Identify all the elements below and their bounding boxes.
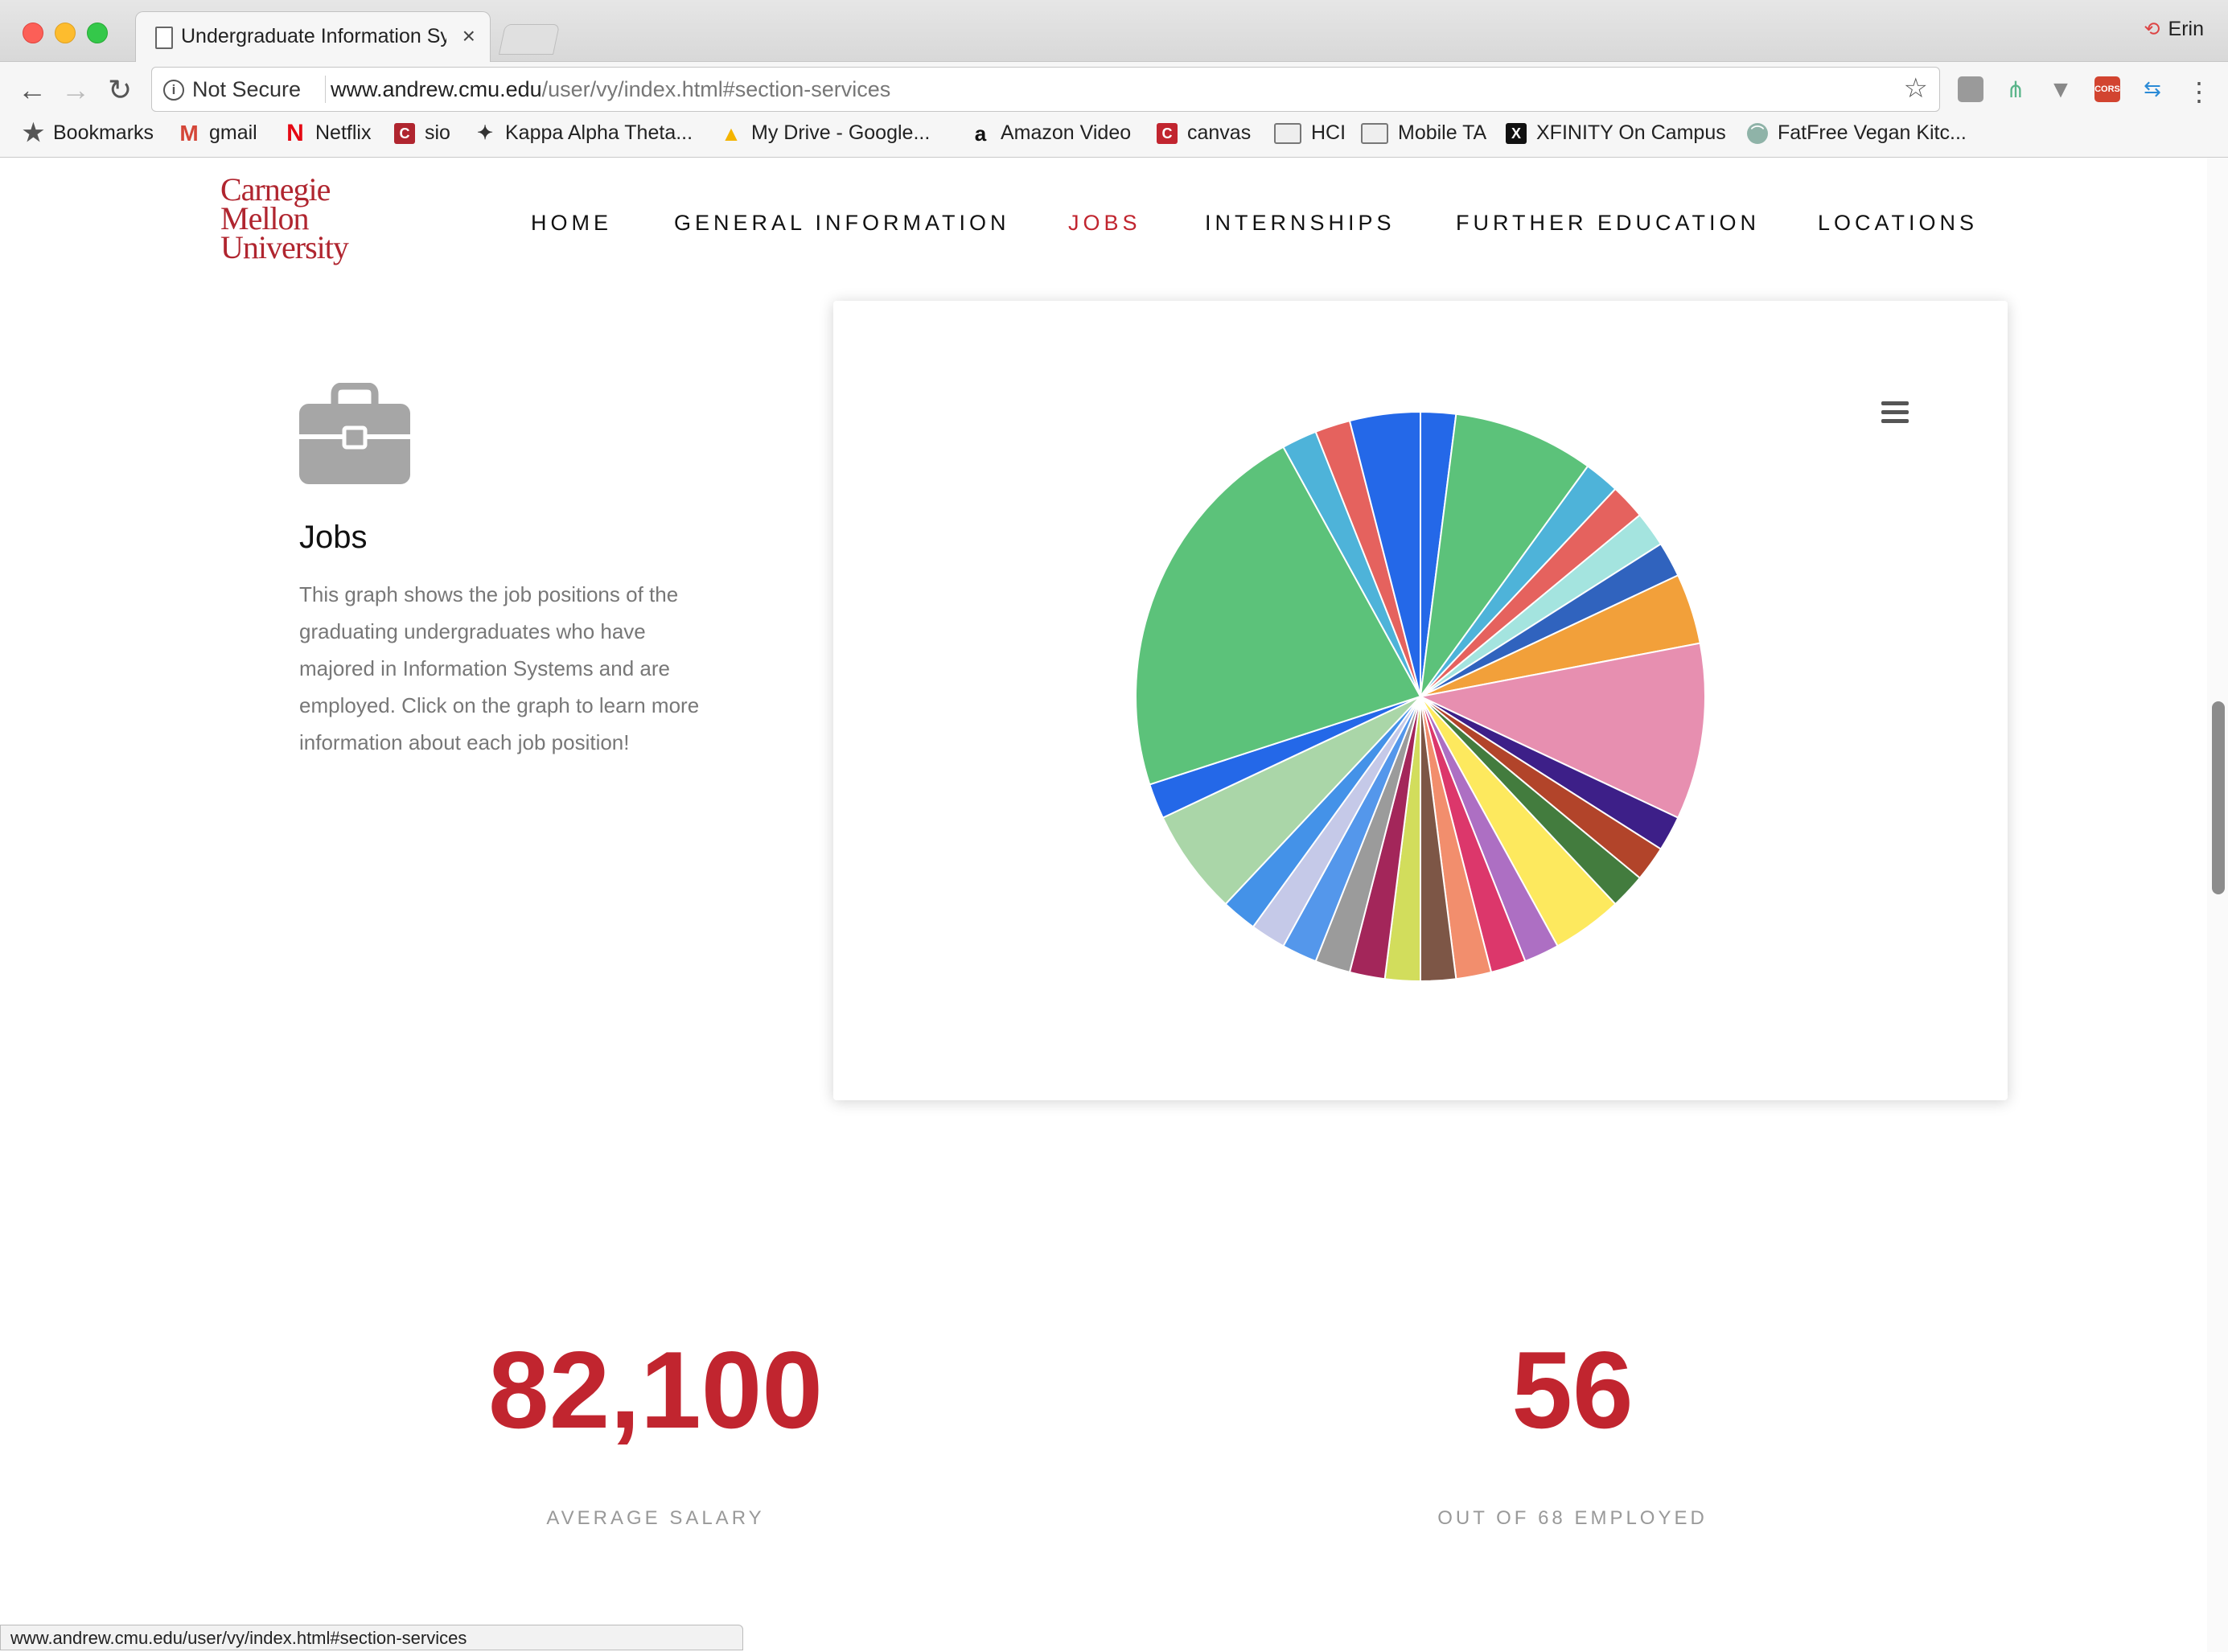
bookmark-item[interactable]: ⌒ FatFree Vegan Kitc... [1747,121,1967,145]
browser-titlebar: Undergraduate Information Sys × ⟲ Erin [0,0,2228,62]
average-salary-value: 82,100 [488,1329,823,1451]
folder-icon [1361,122,1388,144]
url-path: /user/vy/index.html#section-services [541,77,891,101]
url-host: www.andrew.cmu.edu [331,77,542,101]
bookmark-label: sio [425,121,450,144]
bookmark-item[interactable]: Csio [394,121,450,145]
average-salary-label: AVERAGE SALARY [546,1507,765,1529]
kite-icon: ✦ [476,121,494,144]
back-icon[interactable]: ← [18,73,47,107]
profile-button[interactable]: ⟲ Erin [2144,18,2204,41]
nav-home[interactable]: HOME [531,211,612,236]
bookmark-label: gmail [209,121,257,144]
sync-icon: ⟲ [2144,18,2160,40]
jobs-pie-chart[interactable] [833,301,2008,1100]
info-icon[interactable]: i [163,80,184,101]
star-icon: ★ [23,119,44,146]
chart-menu-icon[interactable] [1881,401,1909,424]
bookmark-item[interactable]: X XFINITY On Campus [1506,121,1726,145]
scrollbar-thumb[interactable] [2212,701,2225,894]
amazon-icon: a [974,121,987,146]
nav-jobs[interactable]: JOBS [1068,211,1141,236]
briefcase-icon [299,383,410,484]
logo-line: University [220,229,349,265]
bookmark-item[interactable]: Mgmail [179,121,257,145]
bookmark-item[interactable]: ✦ Kappa Alpha Theta... [475,121,693,145]
browser-tab[interactable]: Undergraduate Information Sys × [135,11,491,62]
bookmark-item[interactable]: N Netflix [285,121,371,145]
nav-further-education[interactable]: FURTHER EDUCATION [1456,211,1760,236]
bookmark-label: Netflix [315,121,372,144]
folder-icon [1274,122,1301,144]
browser-menu-icon[interactable]: ⋮ [2186,76,2212,106]
reload-icon[interactable]: ↻ [108,73,132,107]
bookmark-star-icon[interactable]: ☆ [1904,72,1928,105]
bookmark-item[interactable]: HCI [1274,121,1346,145]
new-tab-button[interactable] [498,24,561,55]
tab-title: Undergraduate Information Sys [181,25,446,47]
bookmark-item[interactable]: ▲ My Drive - Google... [721,121,930,145]
drive-icon: ▲ [721,121,742,146]
cmu-icon: C [394,122,415,144]
jobs-heading: Jobs [299,520,368,555]
jobs-chart-card [833,301,2008,1100]
gmail-icon: M [179,120,199,146]
extension-shield-icon[interactable] [1958,76,1983,102]
extension-tree-icon[interactable]: ⋔ [2003,76,2029,102]
extension-v-icon[interactable]: ▼ [2048,76,2074,103]
extension-cors-icon[interactable]: CORS [2094,76,2120,102]
nav-locations[interactable]: LOCATIONS [1818,211,1978,236]
canvas-icon: C [1157,122,1178,144]
tab-close-icon[interactable]: × [462,23,475,49]
xfinity-icon: X [1506,122,1527,144]
bookmark-label: Bookmarks [53,121,154,144]
fatfree-icon: ⌒ [1747,122,1768,144]
zoom-window-button[interactable] [87,23,108,43]
jobs-description: This graph shows the job positions of th… [299,582,700,754]
bookmark-label: XFINITY On Campus [1536,121,1726,144]
document-icon [155,27,173,49]
address-bar[interactable]: i Not Secure www.andrew.cmu.edu/user/vy/… [151,67,1940,112]
bookmark-item[interactable]: a Amazon Video [970,121,1131,145]
employed-count-label: OUT OF 68 EMPLOYED [1437,1507,1708,1529]
bookmark-label: My Drive - Google... [751,121,931,144]
bookmark-label: FatFree Vegan Kitc... [1778,121,1967,144]
employed-count-value: 56 [1511,1329,1634,1451]
status-bar-url: www.andrew.cmu.edu/user/vy/index.html#se… [0,1625,743,1650]
nav-internships[interactable]: INTERNSHIPS [1205,211,1396,236]
bookmark-item[interactable]: ★ Bookmarks [23,121,154,145]
bookmark-label: Mobile TA [1398,121,1487,144]
profile-name: Erin [2168,18,2204,40]
bookmark-label: Amazon Video [1001,121,1132,144]
bookmark-label: HCI [1311,121,1346,144]
bookmark-label: Kappa Alpha Theta... [505,121,693,144]
cmu-logo[interactable]: Carnegie Mellon University [220,174,349,265]
page-scrollbar[interactable] [2207,158,2228,1652]
nav-general-information[interactable]: GENERAL INFORMATION [674,211,1010,236]
forward-icon[interactable]: → [61,73,90,107]
bookmark-item[interactable]: Mobile TA [1361,121,1486,145]
browser-toolbar: ← → ↻ i Not Secure www.andrew.cmu.edu/us… [0,62,2228,117]
close-window-button[interactable] [23,23,43,43]
url-text[interactable]: www.andrew.cmu.edu/user/vy/index.html#se… [331,77,890,102]
bookmark-label: canvas [1187,121,1252,144]
extension-arrows-icon[interactable]: ⇆ [2140,76,2165,102]
site-navbar: Carnegie Mellon University HOME GENERAL … [0,158,2204,286]
omnibox-divider [325,76,326,103]
bookmarks-bar: ★ Bookmarks Mgmail N Netflix Csio ✦ Kappa A… [0,117,2228,158]
minimize-window-button[interactable] [55,23,76,43]
netflix-icon: N [286,119,304,146]
bookmark-item[interactable]: Ccanvas [1157,121,1251,145]
security-label[interactable]: Not Secure [192,77,301,102]
